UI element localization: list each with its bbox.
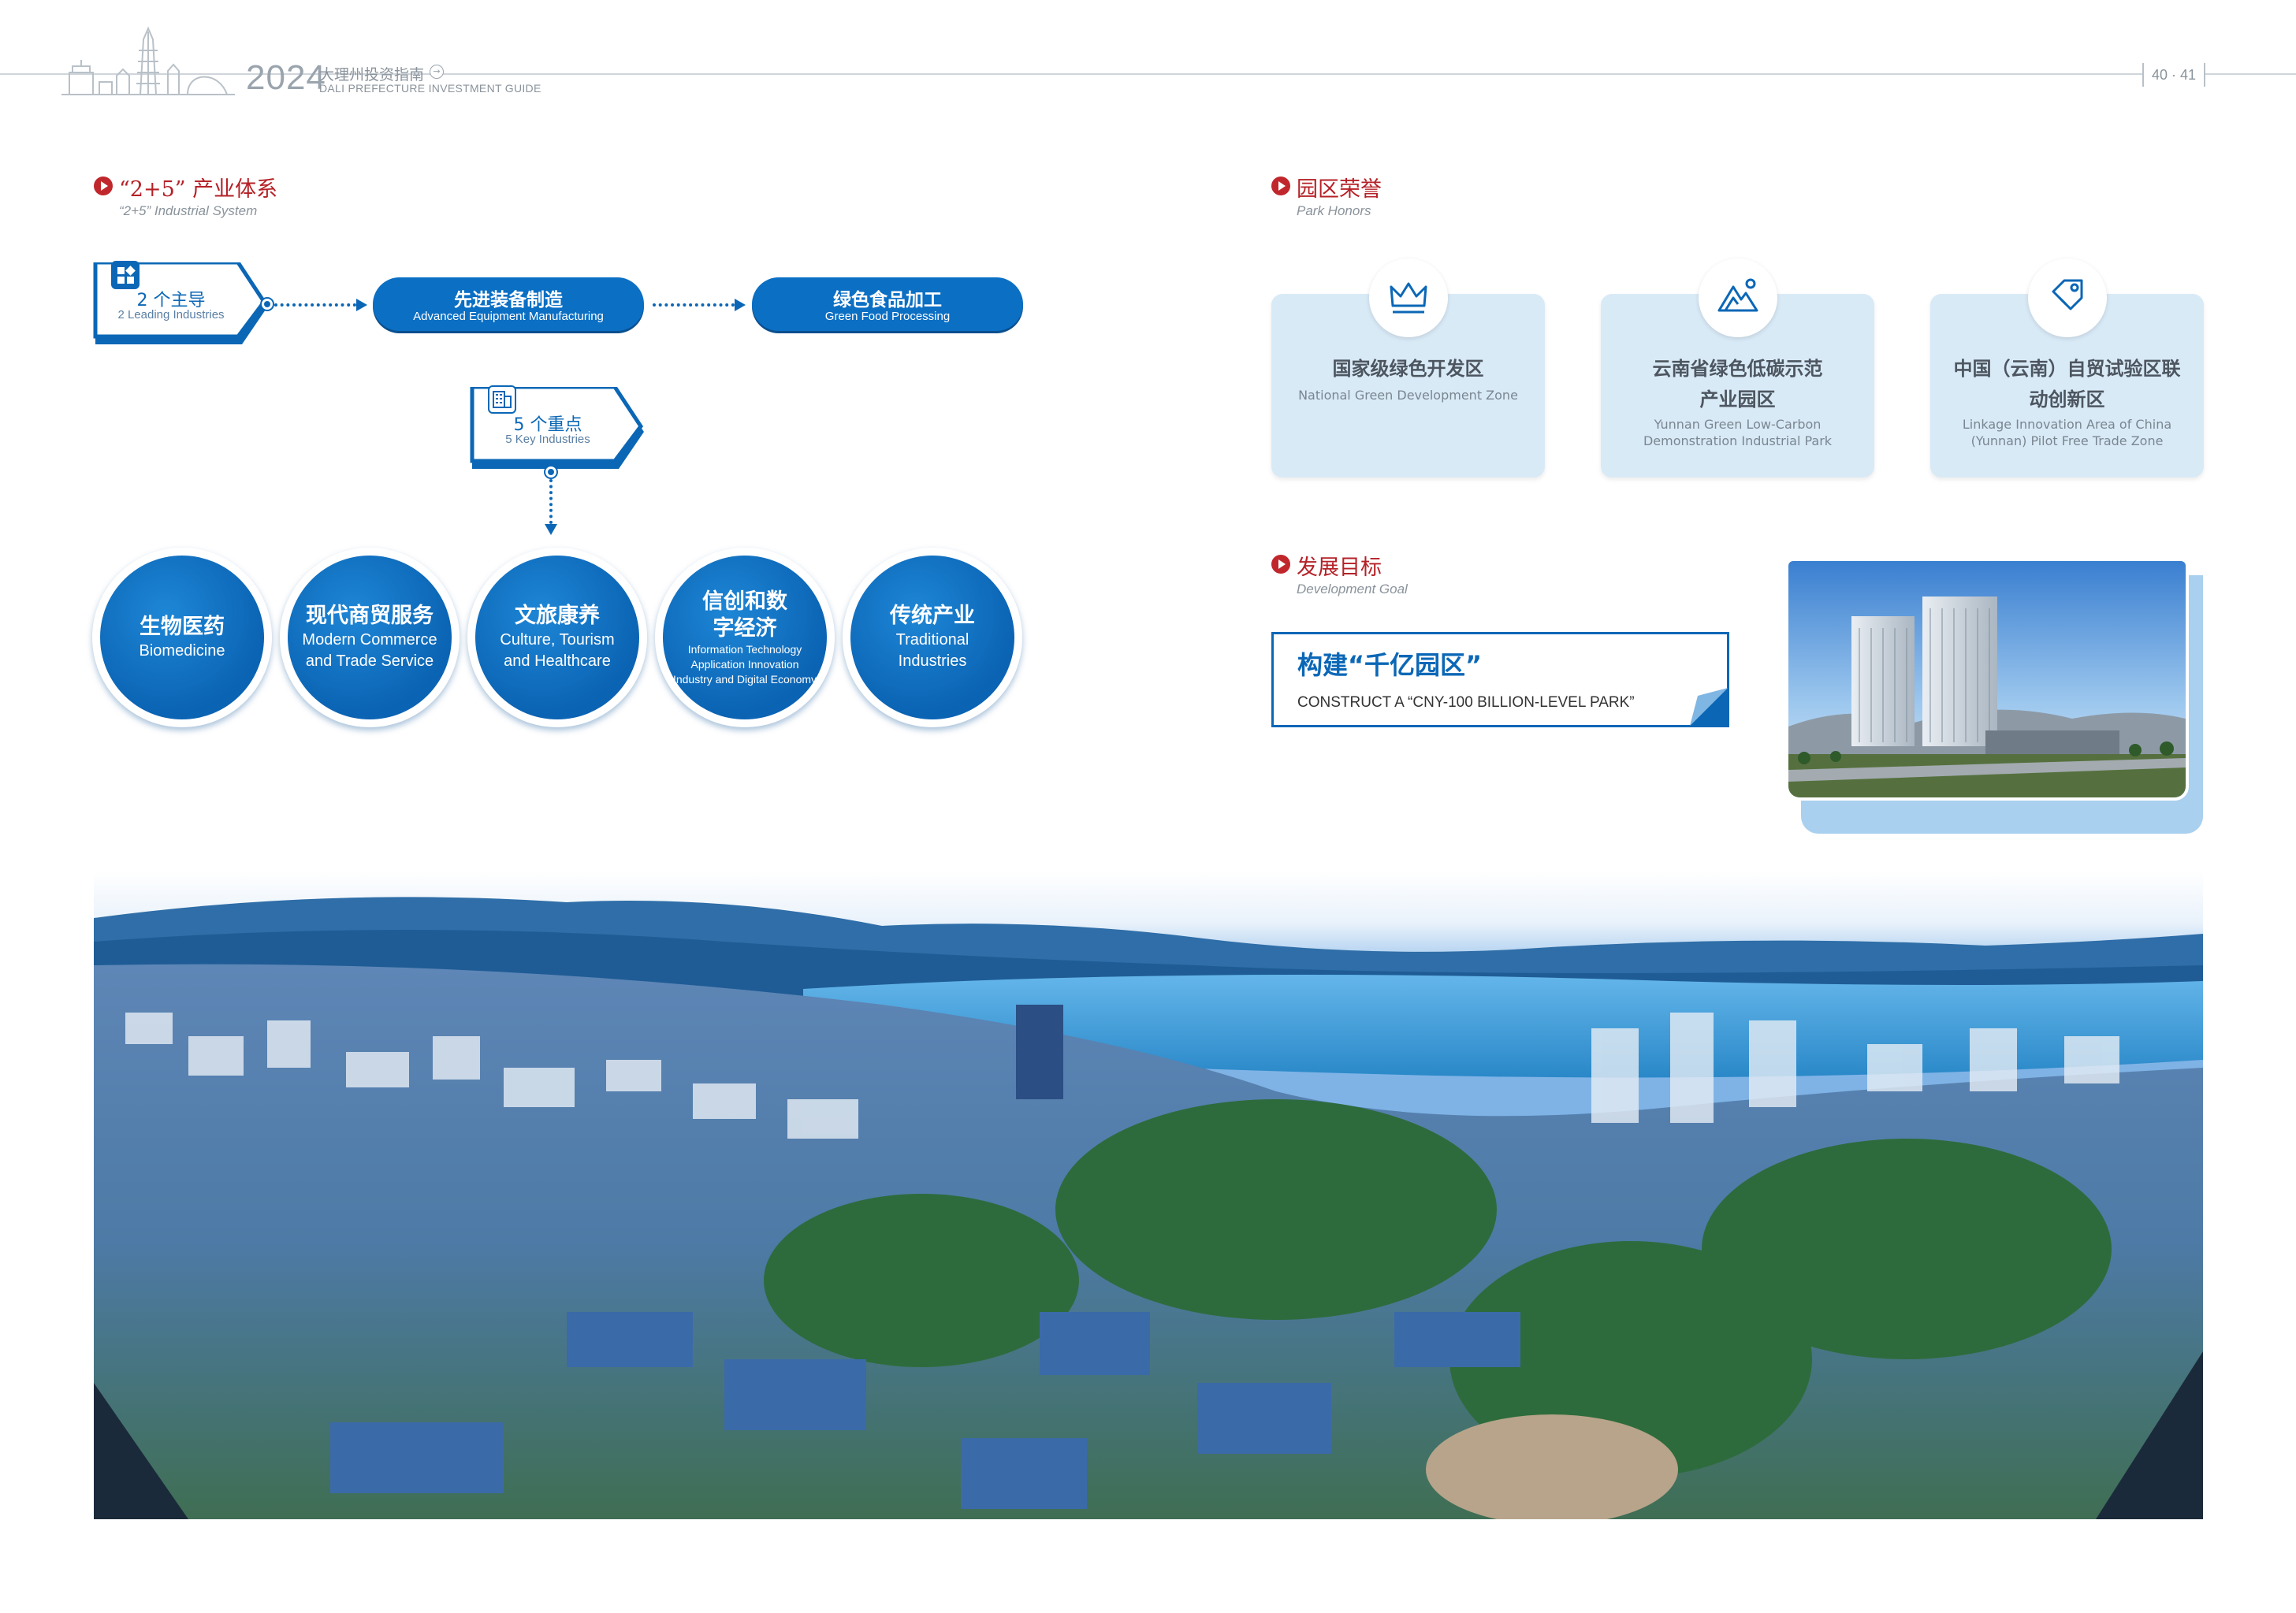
circle-title-en: Culture, Tourism and Healthcare bbox=[500, 631, 615, 670]
key-industry-circle: 现代商贸服务 Modern Commerce and Trade Service bbox=[280, 548, 460, 727]
key-industry-circle: 传统产业 Traditional Industries bbox=[843, 548, 1022, 727]
play-bullet-icon bbox=[1271, 177, 1290, 195]
park-honors-heading-cn: 园区荣誉 bbox=[1297, 177, 1382, 202]
honor-title-en: National Green Development Zone bbox=[1298, 388, 1518, 403]
industrial-system-heading-en: “2+5” Industrial System bbox=[119, 203, 258, 218]
goal-title-en: CONSTRUCT A “CNY-100 BILLION-LEVEL PARK” bbox=[1297, 694, 1635, 711]
page-corner-icon bbox=[1690, 688, 1728, 726]
circle-title-cn: 现代商贸服务 bbox=[306, 604, 434, 628]
development-goal-heading-cn: 发展目标 bbox=[1297, 556, 1382, 580]
grid-icon bbox=[111, 261, 140, 289]
connector-dot bbox=[262, 299, 273, 310]
connector-dot bbox=[545, 466, 556, 478]
play-bullet-icon bbox=[94, 177, 113, 195]
industrial-park-photo bbox=[1785, 558, 2189, 801]
honor-card: 国家级绿色开发区 National Green Development Zone bbox=[1271, 258, 1545, 478]
header-year: 2024 bbox=[246, 58, 326, 97]
circle-title-cn: 信创和数字经济 bbox=[702, 589, 787, 641]
leading-label-en: 2 Leading Industries bbox=[117, 308, 225, 321]
mountain-icon bbox=[1699, 258, 1777, 337]
circle-title-cn: 文旅康养 bbox=[515, 604, 600, 628]
connector-arrow bbox=[653, 299, 746, 311]
honor-title-cn: 中国（云南）自贸试验区联动创新区 bbox=[1953, 358, 2181, 411]
skyline-logo-icon bbox=[61, 26, 235, 95]
pill-title-cn: 先进装备制造 bbox=[454, 290, 563, 310]
goal-title-cn: 构建“千亿园区” bbox=[1297, 650, 1483, 680]
key-label-en: 5 Key Industries bbox=[505, 433, 590, 446]
play-bullet-icon bbox=[1271, 555, 1290, 574]
crown-icon bbox=[1369, 258, 1448, 337]
circle-title-en: Information Technology Application Innov… bbox=[672, 642, 817, 686]
park-honors-heading-en: Park Honors bbox=[1297, 203, 1371, 218]
tag-icon bbox=[2028, 258, 2107, 337]
arrow-right-icon: → bbox=[430, 65, 444, 79]
development-goal-heading-en: Development Goal bbox=[1297, 582, 1408, 597]
honor-card: 云南省绿色低碳示范产业园区 Yunnan Green Low-Carbon De… bbox=[1601, 258, 1874, 478]
key-industry-circle: 文旅康养 Culture, Tourism and Healthcare bbox=[467, 548, 647, 727]
leading-industries-tag: 2 个主导 2 Leading Industries bbox=[92, 261, 270, 344]
connector-arrow-down bbox=[545, 479, 557, 535]
goal-box: 构建“千亿园区” CONSTRUCT A “CNY-100 BILLION-LE… bbox=[1271, 632, 1729, 727]
building-icon bbox=[488, 385, 516, 414]
honor-card: 中国（云南）自贸试验区联动创新区 Linkage Innovation Area… bbox=[1930, 258, 2204, 478]
leading-industry-pill: 先进装备制造 Advanced Equipment Manufacturing bbox=[373, 277, 644, 331]
industrial-system-heading-cn: “2+5” 产业体系 bbox=[119, 177, 278, 202]
header-title-en: DALI PREFECTURE INVESTMENT GUIDE bbox=[319, 82, 541, 95]
dali-city-panorama-photo bbox=[94, 871, 2203, 1519]
circle-title-en: Biomedicine bbox=[139, 641, 225, 660]
pill-title-cn: 绿色食品加工 bbox=[833, 290, 942, 310]
honor-title-cn: 云南省绿色低碳示范产业园区 bbox=[1652, 358, 1823, 411]
key-industry-circle: 生物医药 Biomedicine bbox=[92, 548, 272, 727]
circle-title-cn: 生物医药 bbox=[140, 614, 225, 639]
circle-title-cn: 传统产业 bbox=[890, 604, 975, 628]
honor-title-en: Yunnan Green Low-Carbon Demonstration In… bbox=[1643, 417, 1833, 448]
honor-title-cn: 国家级绿色开发区 bbox=[1332, 358, 1484, 380]
key-industry-circle: 信创和数字经济 Information Technology Applicati… bbox=[655, 548, 835, 727]
page-numbers: 40 · 41 bbox=[2142, 61, 2205, 88]
circle-title-en: Modern Commerce and Trade Service bbox=[302, 631, 437, 670]
circle-title-en: Traditional Industries bbox=[895, 631, 969, 670]
pill-title-en: Advanced Equipment Manufacturing bbox=[413, 310, 604, 323]
header-title-cn: 大理州投资指南 bbox=[319, 66, 425, 84]
park-photo-frame bbox=[1785, 558, 2203, 834]
leading-industry-pill: 绿色食品加工 Green Food Processing bbox=[752, 277, 1023, 331]
honor-title-en: Linkage Innovation Area of China (Yunnan… bbox=[1962, 417, 2172, 448]
pill-title-en: Green Food Processing bbox=[824, 310, 951, 323]
key-industries-tag: 5 个重点 5 Key Industries bbox=[469, 385, 646, 469]
connector-arrow bbox=[274, 299, 367, 311]
